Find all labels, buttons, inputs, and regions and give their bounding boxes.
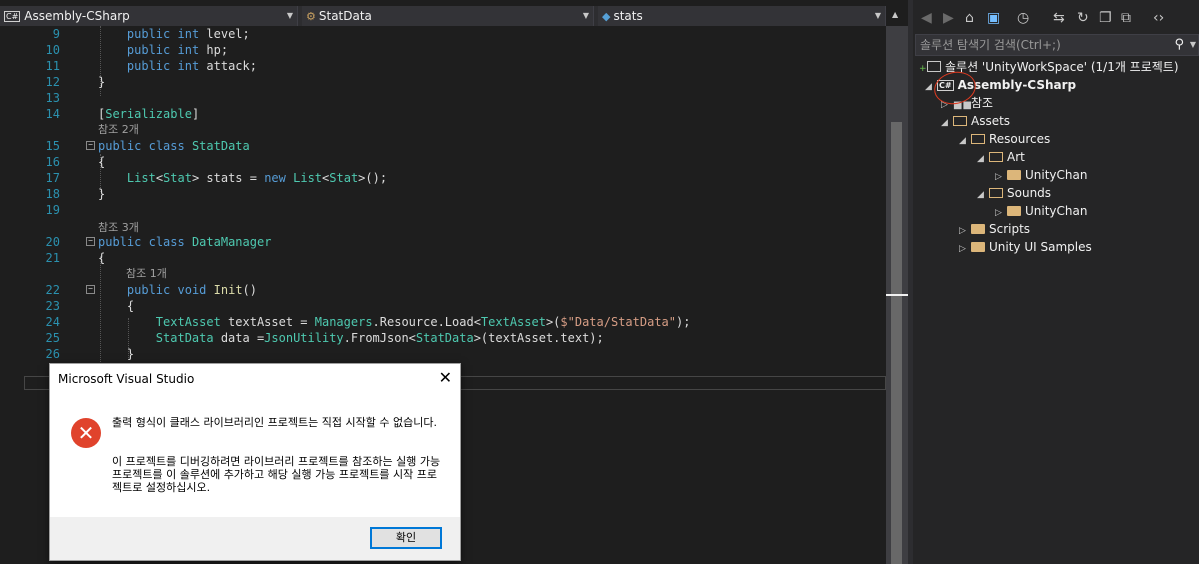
folder-open-icon [989, 188, 1003, 198]
sync-icon[interactable]: ⇆ [1053, 10, 1065, 26]
code-line: 21{ [45, 251, 106, 265]
tree-item-unity-ui-samples[interactable]: ▷ Unity UI Samples [959, 238, 1092, 256]
scroll-up-icon[interactable]: ▲ [892, 10, 898, 19]
folder-icon [971, 242, 985, 252]
class-combo[interactable]: ⚙ StatData ▼ [302, 6, 594, 26]
folder-open-icon [953, 116, 967, 126]
code-line: 20− public class DataManager [45, 235, 272, 249]
tree-item-sounds[interactable]: ◢ Sounds [977, 184, 1051, 202]
chevron-down-icon[interactable]: ▼ [1190, 35, 1196, 55]
navigation-bar: C# Assembly-CSharp ▼ ⚙ StatData ▼ ◆ stats ▼ [0, 6, 886, 26]
code-line: 13 [45, 91, 60, 105]
solution-explorer-toolbar: ◀ ▶ ⌂ ▣ ◷ ⇆ ↻ ❐ ⧉ ‹› [913, 6, 1199, 34]
folder-open-icon [971, 134, 985, 144]
back-icon[interactable]: ◀ [921, 10, 932, 26]
code-line: 22− public void Init() [45, 283, 257, 297]
expanded-icon[interactable]: ◢ [977, 186, 989, 204]
tree-item-resources[interactable]: ◢ Resources [959, 130, 1050, 148]
collapsed-icon[interactable]: ▷ [959, 240, 971, 258]
code-line: 11 public int attack; [45, 59, 257, 73]
code-line: 14 [Serializable] [45, 107, 200, 121]
solution-search-input[interactable]: 솔루션 탐색기 검색(Ctrl+;) ⚲ ▼ [915, 34, 1199, 56]
tree-item-art[interactable]: ◢ Art [977, 148, 1025, 166]
code-line: 19 [45, 203, 60, 217]
tree-item-assets[interactable]: ◢ Assets [941, 112, 1010, 130]
folder-icon [1007, 170, 1021, 180]
editor-vertical-scrollbar[interactable] [886, 26, 908, 564]
scrollbar-thumb[interactable] [891, 122, 902, 564]
search-icon[interactable]: ⚲ [1174, 35, 1184, 55]
tree-item-unitychan-art[interactable]: ▷ UnityChan [995, 166, 1087, 184]
code-line: 23 { [45, 299, 135, 313]
code-line: 26 } [45, 347, 135, 361]
chevron-down-icon: ▼ [874, 11, 881, 20]
solution-icon [927, 61, 941, 72]
project-combo[interactable]: C# Assembly-CSharp ▼ [0, 6, 298, 26]
error-icon: ✕ [71, 418, 101, 448]
collapse-icon[interactable]: − [86, 237, 95, 246]
dialog-message-secondary: 이 프로젝트를 디버깅하려면 라이브러리 프로젝트를 참조하는 실행 가능 프로… [112, 455, 441, 494]
dialog-footer: 확인 [50, 517, 460, 560]
chevron-down-icon: ▼ [582, 11, 589, 20]
class-icon: ⚙ [306, 10, 316, 23]
tree-item-scripts[interactable]: ▷ Scripts [959, 220, 1030, 238]
dialog-title: Microsoft Visual Studio [58, 372, 195, 386]
csharp-project-icon: C# [4, 11, 21, 22]
expanded-icon[interactable]: ◢ [959, 132, 971, 150]
code-line: 15− public class StatData [45, 139, 250, 153]
dialog-message-primary: 출력 형식이 클래스 라이브러리인 프로젝트는 직접 시작할 수 없습니다. [112, 416, 437, 429]
switch-views-icon[interactable]: ▣ [987, 10, 1000, 26]
field-icon: ◆ [602, 10, 611, 23]
refresh-icon[interactable]: ↻ [1077, 10, 1089, 26]
code-line: 24 TextAsset textAsset = Managers.Resour… [45, 315, 691, 329]
code-line: 12} [45, 75, 106, 89]
expanded-icon[interactable]: ◢ [977, 150, 989, 168]
expanded-icon[interactable]: ◢ [941, 114, 953, 132]
code-line: 17 List<Stat> stats = new List<Stat>(); [45, 171, 388, 185]
pending-changes-icon[interactable]: ◷ [1017, 10, 1029, 26]
home-icon[interactable]: ⌂ [965, 10, 974, 26]
collapse-icon[interactable]: − [86, 285, 95, 294]
member-combo[interactable]: ◆ stats ▼ [598, 6, 886, 26]
view-code-icon[interactable]: ‹› [1153, 10, 1164, 26]
codelens-references[interactable]: 참조 1개 [24, 266, 886, 282]
code-line: 16{ [45, 155, 106, 169]
collapse-icon[interactable]: − [86, 141, 95, 150]
show-all-files-icon[interactable]: ⧉ [1121, 10, 1131, 26]
scrollbar-caret-marker [886, 294, 908, 296]
collapse-all-icon[interactable]: ❐ [1099, 10, 1112, 26]
close-icon[interactable]: ✕ [439, 368, 452, 387]
folder-icon [1007, 206, 1021, 216]
folder-open-icon [989, 152, 1003, 162]
forward-icon[interactable]: ▶ [943, 10, 954, 26]
editor-left-margin [0, 26, 24, 564]
codelens-references[interactable]: 참조 2개 [24, 122, 886, 138]
code-line: 9 public int level; [52, 27, 250, 41]
code-line: 25 StatData data =JsonUtility.FromJson<S… [45, 331, 604, 345]
code-line: 10 public int hp; [45, 43, 229, 57]
chevron-down-icon: ▼ [286, 11, 293, 20]
tree-item-unitychan-sounds[interactable]: ▷ UnityChan [995, 202, 1087, 220]
folder-icon [971, 224, 985, 234]
ok-button[interactable]: 확인 [370, 527, 442, 549]
error-dialog: Microsoft Visual Studio ✕ ✕ 출력 형식이 클래스 라… [49, 363, 461, 561]
code-line: 18} [45, 187, 106, 201]
